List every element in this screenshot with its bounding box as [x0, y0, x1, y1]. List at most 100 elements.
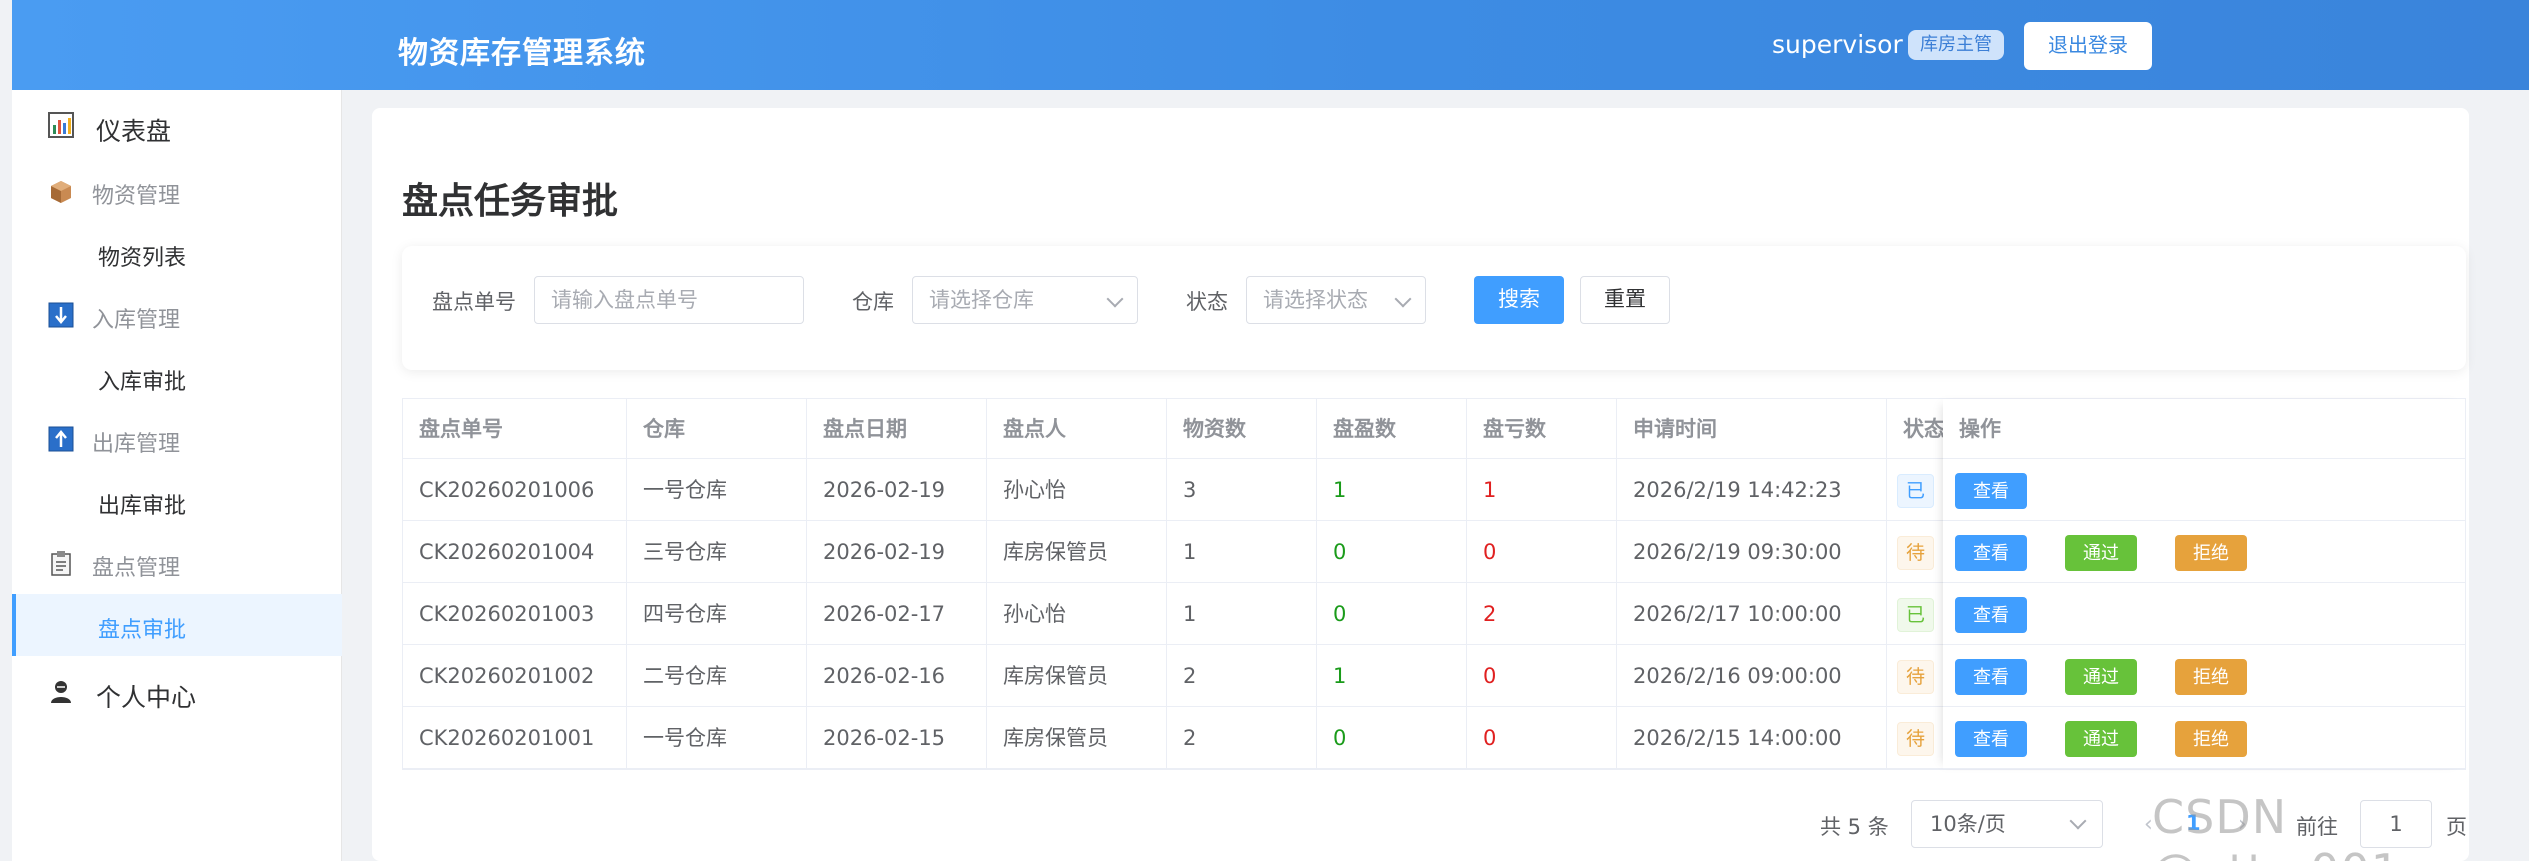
sidebar-item-label: 物资列表	[98, 246, 187, 271]
loss-count-cell: 2	[1467, 583, 1617, 645]
date-cell: 2026-02-17	[807, 583, 987, 645]
view-button[interactable]: 查看	[1955, 597, 2027, 633]
apply-time-cell: 2026/2/19 09:30:00	[1617, 521, 1887, 583]
column-header: 盘亏数	[1467, 399, 1617, 459]
date-cell: 2026-02-19	[807, 521, 987, 583]
username: supervisor	[1772, 30, 1903, 59]
warehouse-select[interactable]: 请选择仓库	[912, 276, 1138, 324]
reject-button[interactable]: 拒绝	[2175, 659, 2247, 695]
pagination-total: 共 5 条	[1820, 815, 1889, 839]
loss-count-cell: 0	[1467, 645, 1617, 707]
sidebar-item-label: 个人中心	[96, 683, 197, 712]
warehouse-cell: 一号仓库	[627, 459, 807, 521]
warehouse-cell: 一号仓库	[627, 707, 807, 769]
status-select[interactable]: 请选择状态	[1246, 276, 1426, 324]
sidebar-item-profile[interactable]: 个人中心	[12, 656, 342, 728]
sidebar-item-label: 仪表盘	[96, 117, 172, 146]
person-cell: 孙心怡	[987, 583, 1167, 645]
stocktake-table: 盘点单号 仓库 盘点日期 盘点人 物资数 盘盈数 盘亏数 申请时间 状态 CK2…	[402, 398, 2466, 770]
sidebar-item-outbound-approval[interactable]: 出库审批	[12, 470, 342, 532]
apply-time-cell: 2026/2/19 14:42:23	[1617, 459, 1887, 521]
column-header: 盘点人	[987, 399, 1167, 459]
operations-row: 查看	[1943, 583, 2465, 645]
status-badge: 待	[1897, 660, 1935, 694]
sidebar-group-materials[interactable]: 物资管理	[12, 160, 342, 222]
sidebar-item-dashboard[interactable]: 仪表盘	[12, 90, 342, 160]
sidebar-group-outbound[interactable]: 出库管理	[12, 408, 342, 470]
logout-button[interactable]: 退出登录	[2024, 22, 2152, 70]
top-header: 物资库存管理系统 supervisor 库房主管 退出登录	[12, 0, 2529, 90]
apply-time-cell: 2026/2/17 10:00:00	[1617, 583, 1887, 645]
column-header: 申请时间	[1617, 399, 1887, 459]
chevron-down-icon	[1394, 290, 1412, 308]
chevron-down-icon	[1106, 290, 1124, 308]
person-cell: 孙心怡	[987, 459, 1167, 521]
status-badge: 已	[1897, 474, 1935, 508]
operations-row: 查看 通过 拒绝	[1943, 707, 2465, 769]
view-button[interactable]: 查看	[1955, 535, 2027, 571]
gain-count-cell: 1	[1317, 459, 1467, 521]
warehouse-cell: 二号仓库	[627, 645, 807, 707]
sidebar-item-label: 盘点管理	[92, 556, 181, 581]
approve-button[interactable]: 通过	[2065, 535, 2137, 571]
sidebar-group-stocktake[interactable]: 盘点管理	[12, 532, 342, 594]
chevron-down-icon	[2069, 812, 2087, 830]
warehouse-cell: 四号仓库	[627, 583, 807, 645]
column-header: 仓库	[627, 399, 807, 459]
column-header: 盘点日期	[807, 399, 987, 459]
warehouse-cell: 三号仓库	[627, 521, 807, 583]
date-cell: 2026-02-19	[807, 459, 987, 521]
view-button[interactable]: 查看	[1955, 721, 2027, 757]
order-number-label: 盘点单号	[432, 290, 516, 314]
sidebar-item-label: 出库审批	[98, 494, 187, 519]
item-count-cell: 3	[1167, 459, 1317, 521]
operations-row: 查看 通过 拒绝	[1943, 521, 2465, 583]
item-count-cell: 2	[1167, 707, 1317, 769]
reject-button[interactable]: 拒绝	[2175, 721, 2247, 757]
order-number-cell: CK20260201006	[403, 459, 627, 521]
status-badge: 已	[1897, 598, 1935, 632]
item-count-cell: 2	[1167, 645, 1317, 707]
sidebar-group-inbound[interactable]: 入库管理	[12, 284, 342, 346]
arrow-up-icon	[48, 426, 74, 452]
order-number-input[interactable]	[534, 276, 804, 324]
sidebar-item-label: 出库管理	[92, 432, 181, 457]
person-cell: 库房保管员	[987, 521, 1167, 583]
reset-button[interactable]: 重置	[1580, 276, 1670, 324]
sidebar-item-inbound-approval[interactable]: 入库审批	[12, 346, 342, 408]
sidebar-item-stocktake-approval[interactable]: 盘点审批	[12, 594, 342, 656]
page-title: 盘点任务审批	[402, 181, 619, 222]
arrow-down-icon	[48, 302, 74, 328]
operations-row: 查看	[1943, 459, 2465, 521]
person-cell: 库房保管员	[987, 707, 1167, 769]
apply-time-cell: 2026/2/16 09:00:00	[1617, 645, 1887, 707]
sidebar-item-label: 盘点审批	[98, 618, 187, 643]
sidebar-item-material-list[interactable]: 物资列表	[12, 222, 342, 284]
reject-button[interactable]: 拒绝	[2175, 535, 2247, 571]
gain-count-cell: 0	[1317, 707, 1467, 769]
user-icon	[48, 678, 74, 704]
date-cell: 2026-02-15	[807, 707, 987, 769]
order-number-cell: CK20260201004	[403, 521, 627, 583]
role-badge: 库房主管	[1908, 30, 2004, 60]
column-header: 盘点单号	[403, 399, 627, 459]
sidebar-item-label: 物资管理	[92, 184, 181, 209]
chart-icon	[48, 112, 74, 138]
filter-bar: 盘点单号 仓库 请选择仓库 状态 请选择状态 搜索 重置	[402, 246, 2466, 370]
approve-button[interactable]: 通过	[2065, 721, 2137, 757]
loss-count-cell: 1	[1467, 459, 1617, 521]
page-size-select[interactable]: 10条/页	[1911, 800, 2103, 848]
approve-button[interactable]: 通过	[2065, 659, 2137, 695]
gain-count-cell: 0	[1317, 583, 1467, 645]
gain-count-cell: 0	[1317, 521, 1467, 583]
gain-count-cell: 1	[1317, 645, 1467, 707]
status-badge: 待	[1897, 536, 1935, 570]
watermark: CSDN @attr_001	[2152, 790, 2400, 861]
view-button[interactable]: 查看	[1955, 659, 2027, 695]
apply-time-cell: 2026/2/15 14:00:00	[1617, 707, 1887, 769]
search-button[interactable]: 搜索	[1474, 276, 1564, 324]
loss-count-cell: 0	[1467, 521, 1617, 583]
view-button[interactable]: 查看	[1955, 473, 2027, 509]
column-header: 盘盈数	[1317, 399, 1467, 459]
loss-count-cell: 0	[1467, 707, 1617, 769]
